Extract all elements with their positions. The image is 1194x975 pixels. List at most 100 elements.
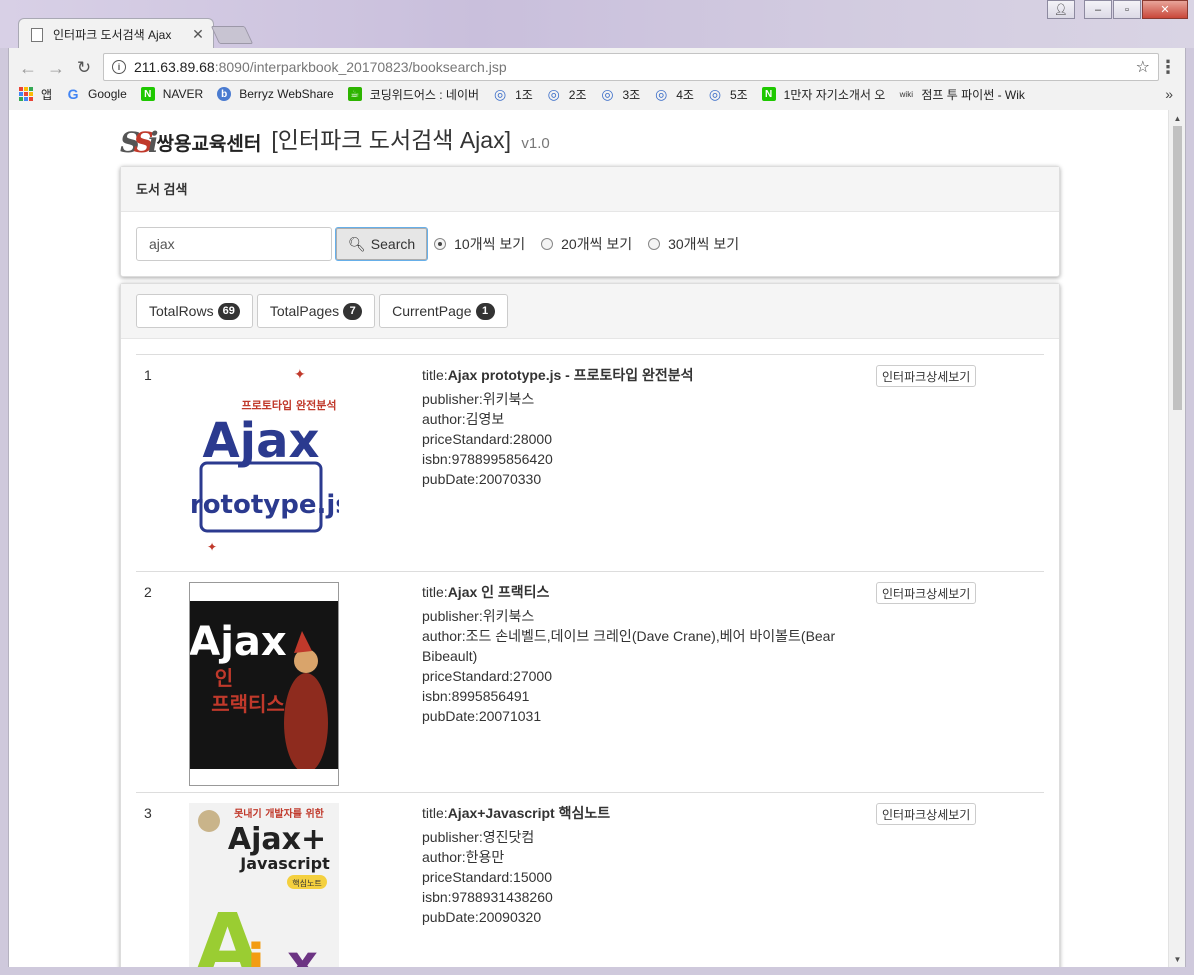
total-pages-badge: 7	[343, 302, 363, 320]
book-cover-image[interactable]: 프로토타입 완전분석 Ajax prototype.js ✦ ✦	[189, 365, 339, 561]
cover-cell: 못내기 개발자를 위한 Ajax+ Javascript 핵심노트 A j x	[189, 803, 422, 967]
book-isbn: isbn:9788995856420	[422, 451, 553, 467]
info-icon[interactable]: i	[112, 60, 126, 74]
forward-icon[interactable]: →	[45, 57, 67, 79]
title-bar: 인터파크 도서검색 Ajax ✕ 👤︎ – ▫ ✕	[0, 0, 1194, 50]
cover-sub-text: 인	[215, 666, 233, 690]
bookmark-google[interactable]: G Google	[66, 86, 127, 102]
user-icon[interactable]: 👤︎	[1047, 0, 1075, 19]
title-text: Ajax 인 프랙티스	[447, 584, 550, 600]
google-icon: G	[67, 86, 79, 102]
close-tab-icon[interactable]: ✕	[191, 26, 205, 43]
address-bar[interactable]: i 211.63.89.68:8090/interparkbook_201708…	[103, 53, 1159, 81]
page-size-10-radio[interactable]: 10개씩 보기	[434, 234, 525, 254]
scroll-up-icon[interactable]: ▲	[1169, 110, 1185, 126]
total-pages-button[interactable]: TotalPages 7	[256, 294, 376, 328]
cover-main-text: Ajax	[203, 413, 320, 469]
interpark-detail-button[interactable]: 인터파크상세보기	[876, 365, 977, 387]
bookmark-label: 3조	[622, 87, 641, 102]
bookmark-wikidocs[interactable]: wiki 점프 투 파이썬 - Wik	[899, 86, 1025, 103]
vertical-scrollbar[interactable]: ▲ ▼	[1168, 110, 1185, 967]
bookmark-naver-essay[interactable]: N 1만자 자기소개서 오	[761, 86, 885, 103]
circle-icon: ◎	[655, 85, 668, 102]
search-form: 🔍︎ Search 10개씩 보기 20개씩 보기 30개씩 보기	[121, 212, 1059, 276]
book-cover-image[interactable]: Ajax 인 프랙티스	[189, 582, 339, 786]
cover-sub-text: 프랙티스	[211, 692, 285, 716]
circle-icon: ◎	[601, 85, 614, 102]
book-publisher: publisher:영진닷컴	[422, 829, 535, 845]
bookmark-label: 1조	[515, 87, 533, 102]
url-path: :8090/interparkbook_20170823/booksearch.…	[214, 59, 507, 75]
search-button[interactable]: 🔍︎ Search	[335, 227, 429, 261]
maximize-button[interactable]: ▫	[1113, 0, 1141, 19]
circle-icon: ◎	[493, 85, 507, 102]
bookmark-group-1[interactable]: ◎ 1조	[493, 86, 533, 103]
book-title: title:Ajax+Javascript 핵심노트	[422, 803, 876, 823]
cover-cell: 프로토타입 완전분석 Ajax prototype.js ✦ ✦	[189, 365, 422, 561]
bookmark-label: Google	[88, 87, 127, 101]
browser-tab[interactable]: 인터파크 도서검색 Ajax ✕	[18, 18, 214, 50]
page-size-30-radio[interactable]: 30개씩 보기	[648, 234, 739, 254]
page-viewport: SSi 쌍용교육센터 [인터파크 도서검색 Ajax] v1.0 도서 검색 🔍…	[8, 110, 1186, 967]
bookmark-group-2[interactable]: ◎ 2조	[547, 86, 587, 103]
bookmark-label: 4조	[676, 87, 694, 102]
book-author: author:한용만	[422, 849, 505, 865]
cover-main-text: Ajax+	[228, 822, 326, 857]
search-button-label: Search	[370, 236, 416, 252]
table-row: 1 프로토타입 완전분석 Ajax prototype.js ✦ ✦	[136, 354, 1044, 571]
minimize-button[interactable]: –	[1084, 0, 1112, 19]
new-tab-button[interactable]	[210, 26, 254, 44]
url-host: 211.63.89.68	[134, 59, 215, 75]
bookmark-apps[interactable]: 앱	[19, 86, 52, 103]
book-price: priceStandard:28000	[422, 431, 552, 447]
radio-icon	[648, 238, 661, 250]
bookmark-berryz[interactable]: b Berryz WebShare	[217, 87, 334, 101]
logo: SSi 쌍용교육센터	[120, 129, 261, 157]
bookmark-group-3[interactable]: ◎ 3조	[601, 85, 641, 103]
circle-icon: ◎	[547, 85, 560, 102]
back-icon[interactable]: ←	[17, 57, 39, 79]
book-author: author:조드 손네벨드,데이브 크레인(Dave Crane),베어 바이…	[422, 628, 836, 664]
page-size-20-radio[interactable]: 20개씩 보기	[541, 234, 632, 254]
book-cover-image[interactable]: 못내기 개발자를 위한 Ajax+ Javascript 핵심노트 A j x	[189, 803, 339, 967]
title-text: Ajax+Javascript 핵심노트	[447, 805, 611, 821]
book-title: title:Ajax prototype.js - 프로토타입 완전분석	[422, 365, 876, 385]
bookmark-label: 2조	[568, 87, 587, 102]
star-icon[interactable]: ☆	[1136, 57, 1150, 77]
scrollbar-thumb[interactable]	[1173, 126, 1182, 410]
browser-chrome: 인터파크 도서검색 Ajax ✕ 👤︎ – ▫ ✕ ← → ↻ i 211.63…	[0, 0, 1194, 110]
current-page-button[interactable]: CurrentPage 1	[379, 294, 508, 328]
version-label: v1.0	[521, 135, 550, 152]
bookmark-cafe[interactable]: ☕︎ 코딩위드어스 : 네이버	[347, 86, 480, 103]
close-window-button[interactable]: ✕	[1142, 0, 1188, 19]
stats-bar: TotalRows 69 TotalPages 7 CurrentPage 1	[121, 284, 1059, 339]
reload-icon[interactable]: ↻	[73, 57, 95, 79]
bookmark-group-5[interactable]: ◎ 5조	[708, 86, 748, 103]
svg-text:✦: ✦	[207, 540, 217, 554]
menu-icon[interactable]: ⋮	[1159, 57, 1177, 78]
search-icon: 🔍︎	[348, 235, 366, 252]
radio-label: 20개씩 보기	[561, 236, 633, 252]
bookmarks-bar: 앱 G Google N NAVER b Berryz WebShare ☕︎ …	[9, 82, 1185, 106]
svg-text:✦: ✦	[294, 366, 306, 382]
search-input[interactable]	[136, 227, 332, 261]
action-cell: 인터파크상세보기	[876, 365, 977, 561]
book-publisher: publisher:위키북스	[422, 391, 535, 407]
bookmark-group-4[interactable]: ◎ 4조	[654, 86, 694, 103]
bookmark-label: NAVER	[162, 87, 204, 101]
total-rows-button[interactable]: TotalRows 69	[136, 294, 253, 328]
naver-icon: N	[140, 87, 155, 101]
action-cell: 인터파크상세보기	[876, 582, 977, 782]
interpark-detail-button[interactable]: 인터파크상세보기	[876, 582, 977, 604]
cover-badge-text: 핵심노트	[292, 878, 321, 888]
scroll-down-icon[interactable]: ▼	[1169, 951, 1185, 967]
book-price: priceStandard:27000	[422, 668, 552, 684]
book-isbn: isbn:8995856491	[422, 688, 530, 704]
more-bookmarks-icon[interactable]: »	[1165, 86, 1173, 102]
cover-cell: Ajax 인 프랙티스	[189, 582, 422, 786]
naver-icon: N	[761, 87, 776, 101]
interpark-detail-button[interactable]: 인터파크상세보기	[876, 803, 977, 825]
page-header: SSi 쌍용교육센터 [인터파크 도서검색 Ajax] v1.0	[120, 110, 1060, 166]
bookmark-naver[interactable]: N NAVER	[140, 87, 204, 101]
bookmark-label: 코딩위드어스 : 네이버	[369, 87, 480, 102]
